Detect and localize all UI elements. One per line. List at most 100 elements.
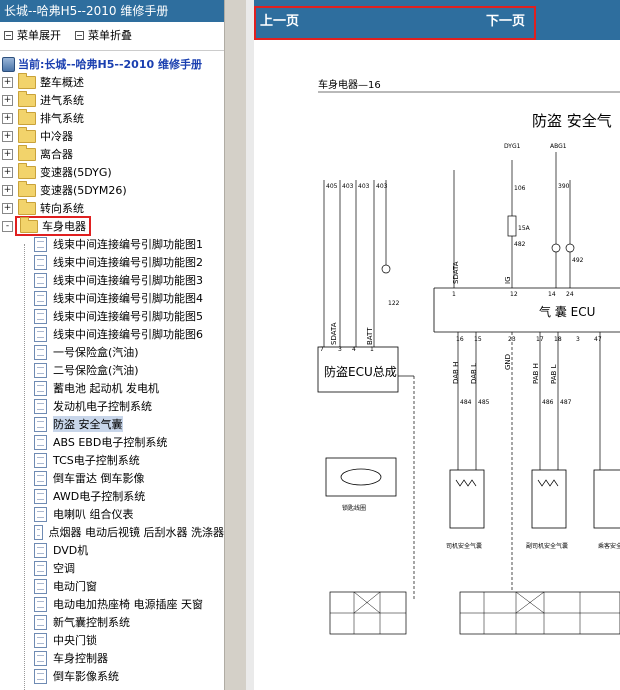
tree-item-label: AWD电子控制系统 [53,490,146,503]
tree-folder[interactable]: + 排气系统 [0,108,224,127]
tree-item-label: 电动门窗 [53,580,97,593]
tree-item[interactable]: 车身控制器 [0,649,224,667]
tree-item[interactable]: 电喇叭 组合仪表 [0,505,224,523]
dyg1-label: DYG1 [504,143,521,150]
next-page-link[interactable]: 下一页 [486,10,525,29]
tree-item[interactable]: 二号保险盒(汽油) [0,361,224,379]
tree-item[interactable]: 电动电加热座椅 电源插座 天窗 [0,595,224,613]
immo-pin-7: 7 [320,346,324,353]
tree-item[interactable]: 发动机电子控制系统 [0,397,224,415]
tree-item-label: 线束中间连接编号引脚功能图2 [53,256,203,269]
document-icon [34,524,43,540]
expand-menu-button[interactable]: 菜单展开 [4,27,61,43]
tree-item-label: 一号保险盒(汽油) [53,346,139,359]
tree-item[interactable]: ABS EBD电子控制系统 [0,433,224,451]
collapse-icon[interactable]: - [2,220,13,232]
tree-item-label: 电动电加热座椅 电源插座 天窗 [53,598,203,611]
tree-item[interactable]: AWD电子控制系统 [0,487,224,505]
app-title: 长城--哈弗H5--2010 维修手册 [4,4,169,18]
tree-item[interactable]: 线束中间连接编号引脚功能图6 [0,325,224,343]
tree-folder-open[interactable]: - 车身电器 [0,216,224,236]
collapse-menu-label: 菜单折叠 [88,29,132,42]
tree-item[interactable]: 线束中间连接编号引脚功能图1 [0,235,224,253]
folder-icon [18,72,36,89]
tree-item[interactable]: 倒车雷达 倒车影像 [0,469,224,487]
wire-code-486: 486 [542,399,554,406]
airbag-pin-15: 15 [474,336,482,343]
airbag-pin-47: 47 [594,336,602,343]
wiring-diagram: 车身电器—16 防盗 安全气 防盗ECU总成 SDATA BATT 7 3 4 … [317,78,620,635]
tree-folder[interactable]: + 转向系统 [0,198,224,217]
tree-item[interactable]: TCS电子控制系统 [0,451,224,469]
dab-h-label: DAB H [452,362,460,384]
pane-splitter[interactable] [224,0,247,690]
tree-item[interactable]: 线束中间连接编号引脚功能图4 [0,289,224,307]
expand-icon[interactable]: + [2,76,13,88]
divider [0,50,224,51]
wire-code-405: 405 [326,183,338,190]
expand-icon[interactable]: + [2,184,13,196]
tree-item[interactable]: 电动门窗 [0,577,224,595]
document-icon [34,290,47,306]
document-icon [34,380,47,396]
document-icon [34,362,47,378]
document-icon [34,470,47,486]
tree-item[interactable]: 线束中间连接编号引脚功能图3 [0,271,224,289]
manual-page: 车身电器—16 防盗 安全气 防盗ECU总成 SDATA BATT 7 3 4 … [254,40,620,690]
tree-item[interactable]: 点烟器 电动后视镜 后刮水器 洗涤器 [0,523,224,541]
sdata-signal-label: SDATA [330,322,338,345]
tree-item[interactable]: 倒车影像系统 [0,667,224,685]
tree-item[interactable]: 新气囊控制系统 [0,613,224,631]
expand-icon[interactable]: + [2,202,13,214]
page-header: 车身电器—16 [318,78,381,91]
airbag-pin-14: 14 [548,291,556,298]
immo-pin-4: 4 [352,346,356,353]
prev-page-link[interactable]: 上一页 [260,10,299,29]
tree-folder-label: 变速器(5DYM26) [40,184,127,197]
passenger-airbag-label: 副司机安全气囊 [526,542,568,550]
immo-pin-1: 1 [370,346,374,353]
tree-item[interactable]: 一号保险盒(汽油) [0,343,224,361]
document-icon [34,254,47,270]
tree-item[interactable]: 防盗 安全气囊 [0,415,224,433]
tree-folder[interactable]: + 进气系统 [0,90,224,109]
tree-item[interactable]: 线束中间连接编号引脚功能图2 [0,253,224,271]
menu-toolbar: 菜单展开 菜单折叠 [0,22,224,48]
indicator-lamp-icon [381,264,391,274]
document-icon [34,236,47,252]
immo-ecu-label: 防盗ECU总成 [324,364,397,379]
tree-folder[interactable]: + 变速器(5DYM26) [0,180,224,199]
extra-airbag-label: 乘客安全气 [598,542,620,550]
driver-airbag-box [449,469,485,529]
current-location[interactable]: 当前:长城--哈弗H5--2010 维修手册 [0,55,224,73]
diagram-title: 防盗 安全气 [532,112,612,130]
document-icon [34,434,47,450]
tree-folder[interactable]: + 变速器(5DYG) [0,162,224,181]
tree-folder-label: 中冷器 [40,130,73,143]
tree-item-label: 倒车雷达 倒车影像 [53,472,145,485]
tree-item-label: 车身控制器 [53,652,108,665]
expand-icon[interactable]: + [2,130,13,142]
expand-icon[interactable]: + [2,94,13,106]
tree-folder[interactable]: + 中冷器 [0,126,224,145]
abg1-label: ABG1 [550,143,567,150]
document-icon [34,326,47,342]
tree-item[interactable]: 蓄电池 起动机 发电机 [0,379,224,397]
tree-folder[interactable]: + 整车概述 [0,72,224,91]
tree-item[interactable]: 中央门锁 [0,631,224,649]
tree-item[interactable]: 线束中间连接编号引脚功能图5 [0,307,224,325]
batt-signal-label: BATT [366,327,374,345]
warning-lamp-icon [565,243,575,253]
wire-code-403: 403 [376,183,388,190]
page-nav-bar: 上一页 下一页 [254,0,620,40]
open-folder-icon [20,216,38,233]
tree-folder[interactable]: + 离合器 [0,144,224,163]
document-icon [34,614,47,630]
expand-icon[interactable]: + [2,166,13,178]
tree-item-label: 二号保险盒(汽油) [53,364,139,377]
tree-item[interactable]: 空调 [0,559,224,577]
expand-icon[interactable]: + [2,148,13,160]
tree-item[interactable]: DVD机 [0,541,224,559]
collapse-menu-button[interactable]: 菜单折叠 [75,27,132,43]
expand-icon[interactable]: + [2,112,13,124]
